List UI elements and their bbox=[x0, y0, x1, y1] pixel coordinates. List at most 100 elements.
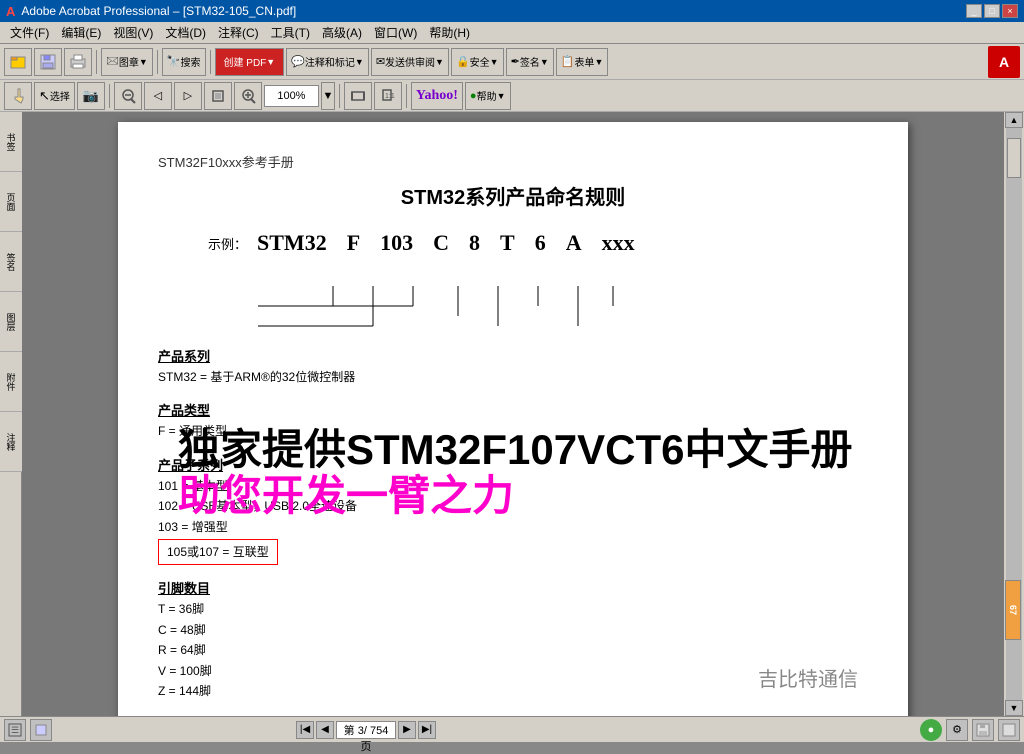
char-f: F bbox=[347, 230, 360, 256]
status-settings-icon[interactable]: ⚙ bbox=[946, 719, 968, 741]
section-title-pins: 引脚数目 bbox=[158, 578, 868, 597]
example-chars: STM32 F 103 C 8 T 6 A xxx bbox=[257, 230, 635, 256]
toolbar2: ↖ 选择 📷 ◁ ▷ 100% ▼ bbox=[0, 80, 1024, 112]
next-page-button[interactable]: ▶ bbox=[398, 721, 416, 739]
help-icon: ● bbox=[470, 90, 477, 102]
overlay-text: 独家提供STM32F107VCT6中文手册 助您开发一臂之力 bbox=[178, 427, 898, 519]
zoom-out-button[interactable] bbox=[114, 82, 142, 110]
separator4 bbox=[109, 84, 110, 108]
section-title-flash: 闪存存储器容量 bbox=[158, 714, 868, 716]
menu-document[interactable]: 文档(D) bbox=[159, 22, 212, 43]
scroll-thumb[interactable] bbox=[1007, 138, 1021, 178]
app-icon: A bbox=[6, 4, 15, 19]
next-view-button[interactable]: ▷ bbox=[174, 82, 202, 110]
char-a: A bbox=[566, 230, 582, 256]
minimize-button[interactable]: _ bbox=[966, 4, 982, 18]
char-103: 103 bbox=[380, 230, 413, 256]
menu-help[interactable]: 帮助(H) bbox=[423, 22, 476, 43]
section-title-series: 产品系列 bbox=[158, 346, 868, 365]
prev-page-button[interactable]: ◀ bbox=[316, 721, 334, 739]
scroll-up-button[interactable]: ▲ bbox=[1005, 112, 1023, 128]
char-t: T bbox=[500, 230, 515, 256]
nav3-tab[interactable]: 附件 bbox=[0, 352, 22, 412]
pin-item-1: C = 48脚 bbox=[158, 620, 868, 640]
svg-text:1:1: 1:1 bbox=[385, 93, 395, 100]
comment-dropdown: ▼ bbox=[355, 57, 364, 67]
status-left-icon[interactable]: ☰ bbox=[4, 719, 26, 741]
pages-tab[interactable]: 页面 bbox=[0, 172, 22, 232]
status-icon3[interactable] bbox=[998, 719, 1020, 741]
pdf-page: STM32F10xxx参考手册 STM32系列产品命名规则 示例： STM32 … bbox=[118, 122, 908, 716]
security-dropdown: ▼ bbox=[490, 57, 499, 67]
scroll-down-button[interactable]: ▼ bbox=[1005, 700, 1023, 716]
help-button[interactable]: ● 帮助 ▼ bbox=[465, 82, 511, 110]
menu-view[interactable]: 视图(V) bbox=[107, 22, 159, 43]
print-button[interactable] bbox=[64, 48, 92, 76]
comment-button[interactable]: 💬 注释和标记 ▼ bbox=[286, 48, 369, 76]
left-panel-tabs: 书签 页面 签名 图层 附件 注释 bbox=[0, 112, 22, 716]
search-button[interactable]: 🔭 搜索 bbox=[162, 48, 206, 76]
menu-file[interactable]: 文件(F) bbox=[4, 22, 55, 43]
titlebar: A Adobe Acrobat Professional – [STM32-10… bbox=[0, 0, 1024, 22]
comment-icon: 💬 bbox=[291, 55, 305, 68]
zoom-dropdown-button[interactable]: ▼ bbox=[321, 82, 335, 110]
main-area: 书签 页面 签名 图层 附件 注释 STM32F10xxx参考手册 STM32系… bbox=[0, 112, 1024, 716]
separator3 bbox=[210, 50, 211, 74]
nav2-tab[interactable]: 图层 bbox=[0, 292, 22, 352]
stamp-icon: 🖂 bbox=[106, 52, 119, 71]
create-pdf-button[interactable]: 创建 PDF ▼ bbox=[215, 48, 285, 76]
maximize-button[interactable]: □ bbox=[984, 4, 1000, 18]
dropdown-arrow: ▼ bbox=[139, 57, 148, 67]
create-dropdown: ▼ bbox=[266, 57, 275, 67]
scroll-track[interactable]: 67 bbox=[1006, 128, 1022, 700]
overlay-text-2: 助您开发一臂之力 bbox=[178, 473, 898, 519]
stamp-button[interactable]: 🖂 图章 ▼ bbox=[101, 48, 153, 76]
nav4-tab[interactable]: 注释 bbox=[0, 412, 22, 472]
statusbar: ☰ |◀ ◀ 第 3/ 754 页 ▶ ▶| ● ⚙ bbox=[0, 716, 1024, 742]
section-content-series: STM32 = 基于ARM®的32位微控制器 bbox=[158, 367, 868, 387]
last-page-button[interactable]: ▶| bbox=[418, 721, 436, 739]
form-button[interactable]: 📋 表单 ▼ bbox=[556, 48, 609, 76]
zoom-display[interactable]: 100% bbox=[264, 85, 319, 107]
page-input[interactable]: 第 3/ 754 页 bbox=[336, 721, 396, 739]
zoom-in-button[interactable] bbox=[234, 82, 262, 110]
camera-icon: 📷 bbox=[83, 88, 99, 104]
subseries-item-2: 103 = 增强型 bbox=[158, 517, 868, 537]
snapshot-button[interactable]: 📷 bbox=[77, 82, 105, 110]
connection-status-icon: ● bbox=[920, 719, 942, 741]
sign-button[interactable]: ✒ 签名 ▼ bbox=[506, 48, 554, 76]
menu-window[interactable]: 窗口(W) bbox=[368, 22, 423, 43]
status-save-icon[interactable] bbox=[30, 719, 52, 741]
yahoo-button[interactable]: Yahoo! bbox=[411, 82, 463, 110]
open-file-button[interactable] bbox=[4, 48, 32, 76]
char-8: 8 bbox=[469, 230, 480, 256]
create-pdf-icon: 创建 PDF bbox=[224, 54, 267, 69]
page-navigation: |◀ ◀ 第 3/ 754 页 ▶ ▶| bbox=[296, 721, 436, 739]
status-save-icon2[interactable] bbox=[972, 719, 994, 741]
menu-advanced[interactable]: 高级(A) bbox=[316, 22, 368, 43]
menu-tools[interactable]: 工具(T) bbox=[265, 22, 316, 43]
separator6 bbox=[406, 84, 407, 108]
help-dropdown: ▼ bbox=[497, 91, 506, 101]
acrobat-logo: A bbox=[988, 46, 1020, 78]
close-button[interactable]: × bbox=[1002, 4, 1018, 18]
menu-comment[interactable]: 注释(C) bbox=[212, 22, 265, 43]
sign-dropdown: ▼ bbox=[540, 57, 549, 67]
bookmarks-tab[interactable]: 书签 bbox=[0, 112, 22, 172]
save-button[interactable] bbox=[34, 48, 62, 76]
naming-diagram bbox=[158, 286, 878, 341]
nav1-tab[interactable]: 签名 bbox=[0, 232, 22, 292]
svg-text:☰: ☰ bbox=[11, 725, 19, 735]
select-tool-button[interactable]: ↖ 选择 bbox=[34, 82, 75, 110]
section-product-series: 产品系列 STM32 = 基于ARM®的32位微控制器 bbox=[158, 346, 868, 387]
fit-page-button[interactable] bbox=[204, 82, 232, 110]
previous-view-button[interactable]: ◁ bbox=[144, 82, 172, 110]
send-review-button[interactable]: ✉ 发送供审阅 ▼ bbox=[371, 48, 449, 76]
first-page-button[interactable]: |◀ bbox=[296, 721, 314, 739]
security-button[interactable]: 🔒 安全 ▼ bbox=[451, 48, 504, 76]
menu-edit[interactable]: 编辑(E) bbox=[55, 22, 107, 43]
hand-tool-button[interactable] bbox=[4, 82, 32, 110]
actual-size-button[interactable]: 1:1 bbox=[374, 82, 402, 110]
form-icon: 📋 bbox=[561, 55, 575, 68]
fit-width-button[interactable] bbox=[344, 82, 372, 110]
